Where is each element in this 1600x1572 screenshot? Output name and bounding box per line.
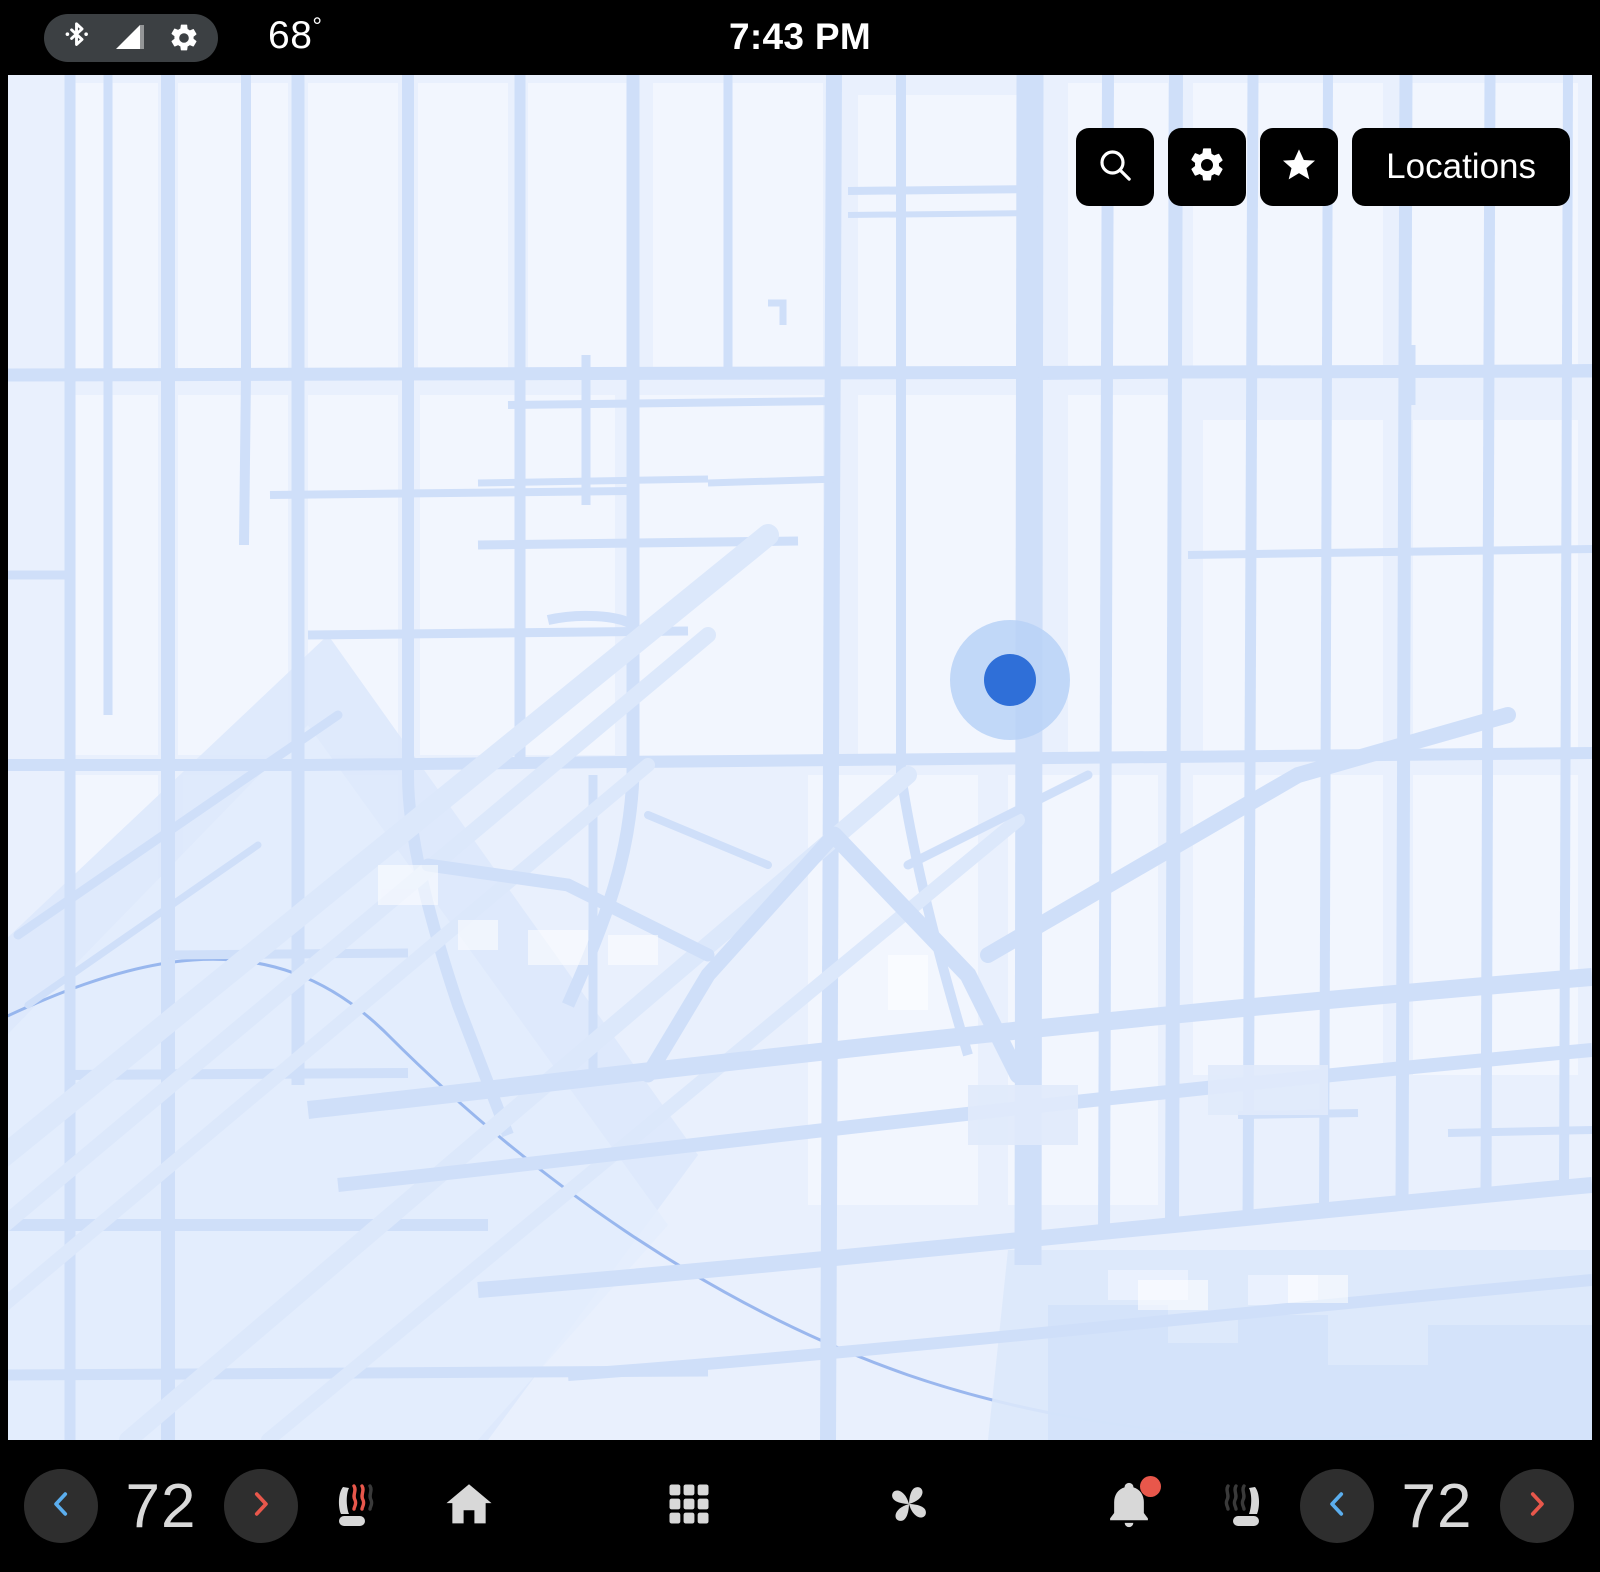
gear-icon <box>1187 145 1227 190</box>
home-icon <box>442 1477 496 1536</box>
climate-button[interactable] <box>863 1460 955 1552</box>
fan-icon <box>880 1475 938 1538</box>
status-bar: 68° 7:43 PM <box>0 0 1600 75</box>
notification-badge <box>1140 1476 1161 1497</box>
map-toolbar: Locations <box>1076 128 1570 206</box>
passenger-temperature-value: 72 <box>1401 1471 1473 1541</box>
passenger-heated-seat-button[interactable] <box>1192 1460 1300 1552</box>
star-icon <box>1279 145 1319 190</box>
map-render <box>8 75 1592 1440</box>
grid-apps-icon <box>663 1478 715 1535</box>
chevron-left-icon <box>1320 1487 1354 1526</box>
driver-temperature-value: 72 <box>125 1471 197 1541</box>
map-search-button[interactable] <box>1076 128 1155 206</box>
status-bar-clock: 7:43 PM <box>729 16 871 57</box>
current-location-marker <box>950 620 1070 740</box>
heated-seat-icon <box>321 1473 383 1540</box>
map-favorites-button[interactable] <box>1260 128 1339 206</box>
chevron-right-icon <box>244 1487 278 1526</box>
search-icon <box>1095 145 1135 190</box>
chevron-left-icon <box>44 1487 78 1526</box>
bottom-control-bar: 72 72 <box>0 1440 1600 1572</box>
map-canvas[interactable] <box>8 75 1592 1440</box>
map-settings-button[interactable] <box>1168 128 1247 206</box>
driver-temp-decrease-button[interactable] <box>24 1469 98 1543</box>
passenger-temp-decrease-button[interactable] <box>1300 1469 1374 1543</box>
driver-heated-seat-button[interactable] <box>298 1460 406 1552</box>
navigation-buttons <box>406 1460 1192 1552</box>
notifications-button[interactable] <box>1083 1460 1175 1552</box>
passenger-climate-control: 72 <box>1192 1460 1600 1552</box>
driver-climate-control: 72 <box>24 1460 406 1552</box>
home-button[interactable] <box>423 1460 515 1552</box>
locations-button[interactable]: Locations <box>1352 128 1570 206</box>
chevron-right-icon <box>1520 1487 1554 1526</box>
heated-seat-icon <box>1215 1473 1277 1540</box>
driver-temp-increase-button[interactable] <box>224 1469 298 1543</box>
car-infotainment-screen: 68° 7:43 PM Locations 72 72 <box>0 0 1600 1572</box>
apps-button[interactable] <box>643 1460 735 1552</box>
passenger-temp-increase-button[interactable] <box>1500 1469 1574 1543</box>
map-container[interactable]: Locations <box>0 75 1600 1440</box>
